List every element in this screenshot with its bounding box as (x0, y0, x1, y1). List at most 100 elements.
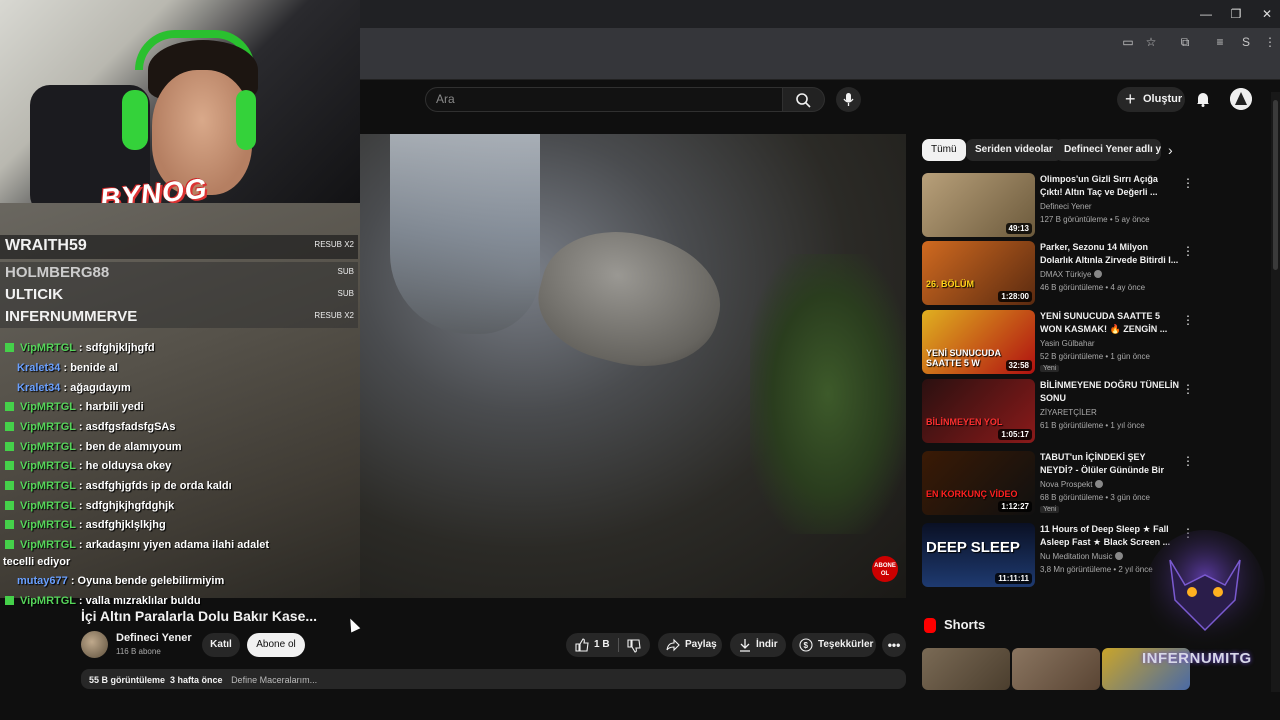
profile-icon[interactable]: S (1238, 34, 1254, 50)
recommended-title[interactable]: YENİ SUNUCUDA SAATTE 5 WON KASMAK! 🔥 ZEN… (1040, 310, 1180, 336)
chat-username[interactable]: VipMRTGL (20, 519, 76, 531)
subscribe-watermark[interactable]: ABONE OL (872, 556, 898, 582)
chat-username[interactable]: VipMRTGL (20, 421, 76, 433)
verified-icon (1095, 480, 1104, 488)
description-box[interactable]: 55 B görüntüleme 3 hafta önce Define Mac… (81, 669, 906, 689)
subscribe-button[interactable]: Abone ol (247, 633, 305, 657)
chat-username[interactable]: Kralet34 (17, 382, 60, 394)
chat-username[interactable]: VipMRTGL (20, 401, 76, 413)
create-button[interactable]: + Oluştur (1117, 87, 1185, 112)
kick-badge-icon (5, 596, 14, 605)
recommended-channel[interactable]: DMAX Türkiye (1040, 270, 1103, 279)
video-thumbnail[interactable]: DEEP SLEEP 11:11:11 (922, 523, 1035, 587)
thumbnail-text: EN KORKUNÇ VİDEO (926, 489, 1018, 499)
like-icon[interactable] (575, 638, 589, 652)
channel-avatar[interactable] (81, 631, 108, 658)
extensions-icon[interactable]: ⧉ (1177, 34, 1193, 50)
recommended-title[interactable]: Olimpos'un Gizli Sırrı Açığa Çıktı! Altı… (1040, 173, 1180, 199)
sub-alert-tag: SUB (337, 267, 354, 276)
channel-label: Defineci Yener (1040, 202, 1092, 211)
stream-logo-text: INFERNUMITG (1142, 650, 1252, 667)
video-player[interactable] (360, 134, 906, 598)
chat-username[interactable]: VipMRTGL (20, 500, 76, 512)
chat-username[interactable]: VipMRTGL (20, 441, 76, 453)
chip-all[interactable]: Tümü (922, 139, 966, 161)
minimize-icon[interactable]: — (1198, 6, 1214, 22)
more-options-icon[interactable]: ⋮ (1182, 382, 1194, 396)
close-icon[interactable]: ✕ (1259, 6, 1275, 22)
thanks-button[interactable]: $ Teşekkürler (792, 633, 876, 657)
notifications-bell-icon[interactable] (1194, 90, 1212, 108)
chat-username[interactable]: mutay677 (17, 575, 68, 587)
chat-username[interactable]: VipMRTGL (20, 460, 76, 472)
share-icon (666, 638, 680, 652)
chat-message: VipMRTGL : asdfgsfadsfgSAs (0, 421, 175, 433)
share-button[interactable]: Paylaş (658, 633, 722, 657)
subscriber-count: 116 B abone (116, 647, 161, 656)
recommended-title[interactable]: TABUT'un İÇİNDEKİ ŞEY NEYDİ? - Ölüler Gü… (1040, 451, 1180, 478)
chip-channel[interactable]: Defineci Yener adlı yü (1055, 139, 1161, 161)
chat-username[interactable]: VipMRTGL (20, 480, 76, 492)
short-thumbnail[interactable] (922, 648, 1010, 690)
sub-alert-name: WRAITH59 (5, 237, 87, 254)
recommended-video[interactable]: 49:13 Olimpos'un Gizli Sırrı Açığa Çıktı!… (922, 173, 1202, 237)
more-actions-button[interactable]: ••• (882, 633, 906, 657)
video-thumbnail[interactable]: 49:13 (922, 173, 1035, 237)
menu-icon[interactable]: ⋮ (1262, 34, 1278, 50)
recommended-channel[interactable]: Nu Meditation Music (1040, 552, 1124, 561)
dislike-icon[interactable] (627, 639, 641, 653)
recommended-video[interactable]: 26. BÖLÜM 1:28:00 Parker, Sezonu 14 Milyon… (922, 241, 1202, 305)
video-duration: 11:11:11 (995, 573, 1032, 584)
like-count[interactable]: 1 B (594, 633, 610, 657)
recommended-channel[interactable]: Nova Prospekt (1040, 480, 1104, 489)
restore-icon[interactable]: ❐ (1228, 6, 1244, 22)
video-thumbnail[interactable]: EN KORKUNÇ VİDEO 1:12:27 (922, 451, 1035, 515)
recommended-title[interactable]: Parker, Sezonu 14 Milyon Dolarlık Altınl… (1040, 241, 1180, 267)
chat-username[interactable]: VipMRTGL (20, 342, 76, 354)
media-icon[interactable]: ≡ (1212, 34, 1228, 50)
search-button[interactable] (783, 87, 825, 112)
more-options-icon[interactable]: ⋮ (1182, 244, 1194, 258)
voice-search-button[interactable] (836, 87, 861, 112)
video-thumbnail[interactable]: YENİ SUNUCUDA SAATTE 5 W 32:58 (922, 310, 1035, 374)
chat-separator: : (75, 480, 86, 492)
kick-badge-icon (5, 422, 14, 431)
recommended-channel[interactable]: Yasin Gülbahar (1040, 339, 1095, 348)
more-icon: ••• (887, 638, 901, 652)
channel-name[interactable]: Defineci Yener (116, 632, 192, 644)
chat-username[interactable]: Kralet34 (17, 362, 60, 374)
download-button[interactable]: İndir (730, 633, 786, 657)
account-avatar[interactable] (1230, 88, 1252, 110)
more-options-icon[interactable]: ⋮ (1182, 454, 1194, 468)
recommended-channel[interactable]: Defineci Yener (1040, 202, 1092, 211)
kick-badge-icon (5, 461, 14, 470)
sub-alert-name: ULTICIK (5, 286, 64, 303)
more-options-icon[interactable]: ⋮ (1182, 176, 1194, 190)
bookmark-star-icon[interactable]: ☆ (1143, 34, 1159, 50)
recommended-video[interactable]: BİLİNMEYEN YOL 1:05:17 BİLİNMEYENE DOĞRU T… (922, 379, 1202, 443)
more-options-icon[interactable]: ⋮ (1182, 313, 1194, 327)
chat-text: harbili yedi (85, 401, 144, 413)
kick-badge-icon (5, 501, 14, 510)
video-duration: 1:12:27 (998, 501, 1032, 512)
chip-series[interactable]: Seriden videolar (966, 139, 1062, 161)
recommended-video[interactable]: EN KORKUNÇ VİDEO 1:12:27 TABUT'un İÇİNDEKİ… (922, 451, 1202, 515)
join-button[interactable]: Katıl (202, 633, 240, 657)
scrollbar-thumb[interactable] (1273, 100, 1278, 270)
cast-icon[interactable]: ▭ (1120, 34, 1136, 50)
recommended-video[interactable]: YENİ SUNUCUDA SAATTE 5 W 32:58 YENİ SUNUCU… (922, 310, 1202, 374)
video-thumbnail[interactable]: BİLİNMEYEN YOL 1:05:17 (922, 379, 1035, 443)
chat-separator: : (75, 421, 86, 433)
search-input[interactable]: Ara (425, 87, 783, 112)
recommended-channel[interactable]: ZİYARETÇİLER (1040, 408, 1097, 417)
chevron-right-icon[interactable]: › (1168, 142, 1173, 158)
video-thumbnail[interactable]: 26. BÖLÜM 1:28:00 (922, 241, 1035, 305)
recommended-title[interactable]: BİLİNMEYENE DOĞRU TÜNELİN SONU (1040, 379, 1180, 405)
chat-username[interactable]: VipMRTGL (20, 539, 76, 551)
chat-username[interactable]: VipMRTGL (20, 595, 76, 607)
chat-separator: : (75, 460, 86, 472)
chat-message: VipMRTGL : harbili yedi (0, 401, 144, 413)
chat-separator: : (75, 401, 86, 413)
chat-separator: : (75, 519, 86, 531)
short-thumbnail[interactable] (1012, 648, 1100, 690)
